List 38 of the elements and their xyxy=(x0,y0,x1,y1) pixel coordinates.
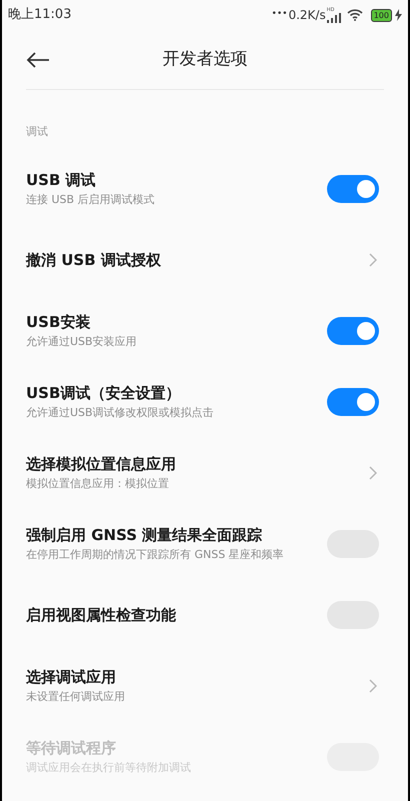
status-time: 晚上11:03 xyxy=(8,6,72,24)
settings-row[interactable]: 强制启用 GNSS 测量结果全面跟踪 在停用工作周期的情况下跟踪所有 GNSS 星座和频率 xyxy=(2,508,408,579)
row-subtitle: 允许通过USB调试修改权限或模拟点击 xyxy=(26,406,215,420)
settings-row[interactable]: USB安装 允许通过USB安装应用 xyxy=(2,295,408,366)
row-title: 等待调试程序 xyxy=(26,738,117,758)
row-subtitle: 允许通过USB安装应用 xyxy=(26,335,138,349)
charging-icon xyxy=(395,9,402,21)
toggle-switch[interactable] xyxy=(327,316,379,344)
row-title: USB调试（安全设置） xyxy=(26,383,182,403)
status-dots: ••• xyxy=(272,8,288,22)
network-speed: 0.2K/s xyxy=(288,7,326,24)
settings-row[interactable]: 撤消 USB 调试授权 xyxy=(2,224,408,295)
row-title: 撤消 USB 调试授权 xyxy=(26,250,162,270)
settings-row[interactable]: 启用视图属性检查功能 xyxy=(2,579,408,650)
section-label: 调试 xyxy=(26,124,48,140)
chevron-right-icon xyxy=(369,466,377,480)
settings-row[interactable]: 选择模拟位置信息应用 模拟位置信息应用：模拟位置 xyxy=(2,437,408,508)
wifi-icon xyxy=(346,9,363,21)
row-title: 选择调试应用 xyxy=(26,667,117,687)
row-subtitle: 连接 USB 后启用调试模式 xyxy=(26,193,156,207)
toggle-switch[interactable] xyxy=(327,388,379,416)
row-title: 强制启用 GNSS 测量结果全面跟踪 xyxy=(26,525,264,545)
back-arrow-icon[interactable] xyxy=(26,52,50,68)
row-subtitle: 未设置任何调试应用 xyxy=(26,690,126,704)
row-title: 选择模拟位置信息应用 xyxy=(26,454,177,474)
battery-indicator: 100 xyxy=(370,8,392,22)
row-subtitle: 在停用工作周期的情况下跟踪所有 GNSS 星座和频率 xyxy=(26,548,285,562)
page-title: 开发者选项 xyxy=(162,48,248,71)
settings-row[interactable]: USB 调试 连接 USB 后启用调试模式 xyxy=(2,153,408,224)
settings-row[interactable]: USB调试（安全设置） 允许通过USB调试修改权限或模拟点击 xyxy=(2,366,408,437)
row-title: 启用视图属性检查功能 xyxy=(26,604,177,624)
toggle-switch[interactable] xyxy=(327,174,379,202)
row-subtitle: 模拟位置信息应用：模拟位置 xyxy=(26,477,170,491)
chevron-right-icon xyxy=(369,678,377,692)
chevron-right-icon xyxy=(369,252,377,266)
row-title: USB安装 xyxy=(26,312,92,332)
settings-row[interactable]: 选择调试应用 未设置任何调试应用 xyxy=(2,650,408,721)
row-title: USB 调试 xyxy=(26,170,97,190)
